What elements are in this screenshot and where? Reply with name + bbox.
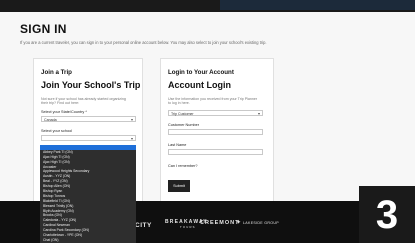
chevron-down-icon: ▾ bbox=[257, 111, 260, 116]
state-label: Select your State/Country * bbox=[41, 110, 87, 114]
state-select[interactable]: Canada ▾ bbox=[41, 116, 136, 122]
top-band bbox=[220, 0, 415, 10]
step-badge: 3 bbox=[359, 186, 415, 243]
footer-logo-city[interactable]: CITY bbox=[135, 222, 152, 229]
login-small-title: Login to Your Account bbox=[168, 69, 234, 76]
chevron-down-icon: ▾ bbox=[130, 117, 133, 122]
school-dropdown-list[interactable]: Abbey Park TI (ON) Ajax High TI (ON) Ajax … bbox=[40, 145, 136, 243]
last-name-input[interactable] bbox=[168, 149, 263, 155]
step-number: 3 bbox=[375, 193, 399, 237]
last-name-label: Last Name bbox=[168, 143, 187, 147]
remember-label[interactable]: Can I remember? bbox=[168, 164, 198, 168]
join-small-title: Join a Trip bbox=[41, 69, 72, 76]
chevron-down-icon: ▾ bbox=[130, 136, 133, 141]
lakeside-mark-icon: ✦ bbox=[236, 220, 242, 226]
role-value: Trip Customer bbox=[171, 112, 194, 116]
submit-button[interactable]: Submit bbox=[168, 180, 190, 192]
customer-number-input[interactable] bbox=[168, 129, 263, 135]
join-big-title: Join Your School's Trip bbox=[41, 80, 141, 90]
role-select[interactable]: Trip Customer ▾ bbox=[168, 110, 263, 116]
school-option[interactable]: Chat (ON) bbox=[40, 238, 136, 243]
footer-logo-lakeside[interactable]: LAKESIDE GROUP bbox=[243, 221, 279, 225]
school-select[interactable]: ▾ bbox=[41, 135, 136, 141]
footer-logo-breakaway-sub: TOURS bbox=[180, 225, 196, 229]
intro-text: If you are a current traveler, you can s… bbox=[20, 40, 267, 45]
page-title: SIGN IN bbox=[20, 22, 67, 36]
footer-logo-creemont[interactable]: CREEMONT bbox=[200, 220, 239, 226]
login-card: Login to Your Account Account Login Use … bbox=[160, 58, 274, 210]
customer-number-label: Customer Number bbox=[168, 123, 200, 127]
login-note: Use the information you received from yo… bbox=[168, 97, 258, 106]
school-label: Select your school bbox=[41, 129, 73, 133]
login-big-title: Account Login bbox=[168, 80, 231, 90]
top-bar bbox=[0, 0, 415, 12]
state-value: Canada bbox=[44, 118, 57, 122]
join-note: Not sure if your school has already star… bbox=[41, 97, 126, 106]
